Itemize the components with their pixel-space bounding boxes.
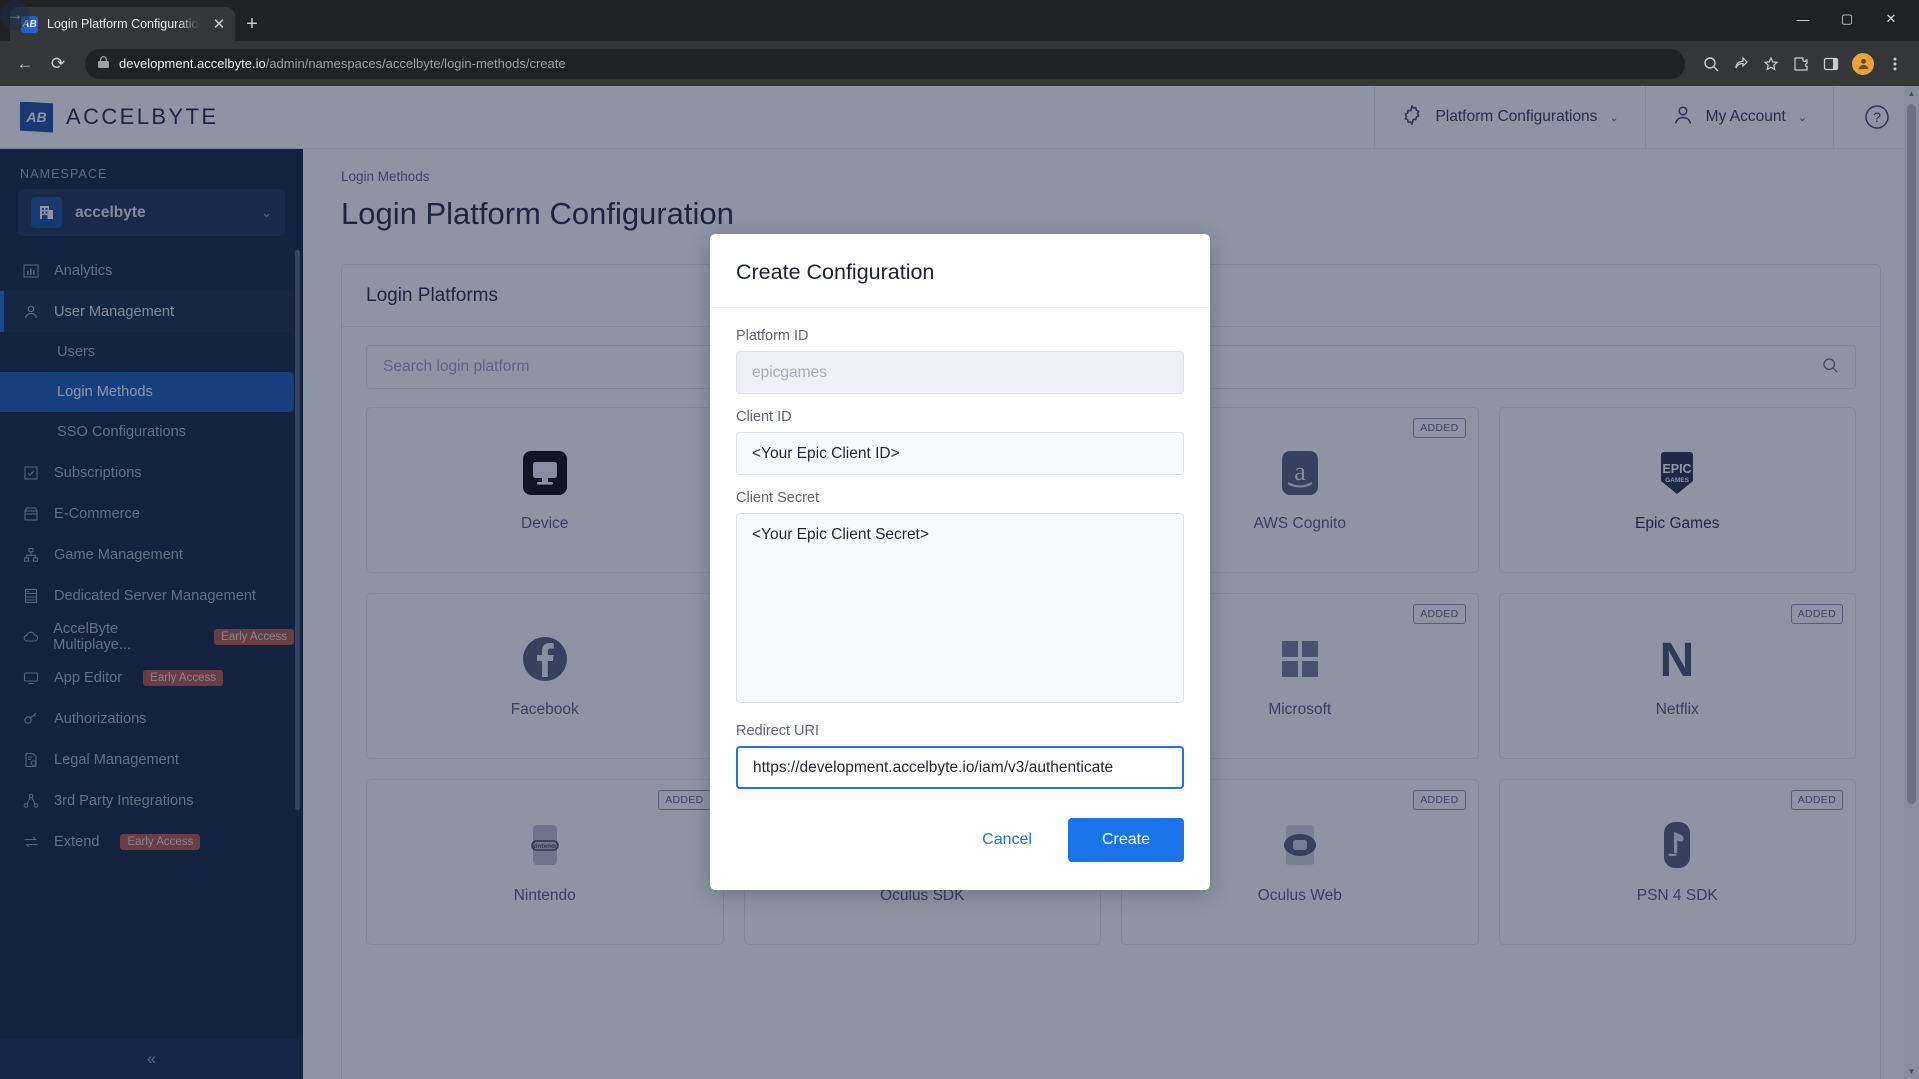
minimize-button[interactable]: —	[1781, 3, 1825, 35]
client-secret-input[interactable]: <Your Epic Client Secret>	[736, 513, 1184, 703]
redirect-uri-input[interactable]	[736, 746, 1184, 789]
window-close-button[interactable]: ✕	[1869, 3, 1913, 35]
maximize-button[interactable]: ▢	[1825, 3, 1869, 35]
tab-strip: AB Login Platform Configuration | Ac ✕ +…	[0, 0, 1919, 41]
platform-id-field: Platform ID	[736, 328, 1184, 394]
menu-icon[interactable]	[1881, 50, 1909, 78]
sidepanel-icon[interactable]	[1817, 50, 1845, 78]
cancel-button[interactable]: Cancel	[964, 820, 1050, 860]
dialog-body: Platform ID Client ID Client Secret <You…	[710, 308, 1210, 808]
dialog-title: Create Configuration	[736, 260, 935, 284]
page-viewport: AB ACCELBYTE Platform Configurations ⌄ M…	[0, 86, 1919, 1079]
redirect-uri-label: Redirect URI	[736, 723, 819, 739]
create-configuration-dialog: Create Configuration Platform ID Client …	[710, 234, 1210, 890]
client-id-input[interactable]	[736, 432, 1184, 475]
zoom-icon[interactable]	[1697, 50, 1725, 78]
client-id-label: Client ID	[736, 409, 792, 425]
window-controls: — ▢ ✕	[1781, 3, 1913, 35]
browser-chrome: AB Login Platform Configuration | Ac ✕ +…	[0, 0, 1919, 86]
share-icon[interactable]	[1727, 50, 1755, 78]
forward-icon[interactable]: →	[0, 0, 30, 30]
address-bar[interactable]: development.accelbyte.io/admin/namespace…	[85, 48, 1685, 79]
extensions-icon[interactable]	[1787, 50, 1815, 78]
dialog-footer: Cancel Create	[710, 808, 1210, 890]
tab-title: Login Platform Configuration | Ac	[47, 17, 202, 31]
url-path: /admin/namespaces/accelbyte/login-method…	[265, 56, 566, 71]
client-secret-field: Client Secret <Your Epic Client Secret>	[736, 490, 1184, 708]
client-secret-label: Client Secret	[736, 490, 820, 506]
reload-icon[interactable]: ⟳	[43, 49, 73, 79]
new-tab-button[interactable]: +	[235, 7, 269, 41]
redirect-uri-field: Redirect URI	[736, 723, 1184, 789]
back-icon[interactable]: ←	[10, 49, 40, 79]
toolbar-icons	[1697, 50, 1909, 78]
dialog-header: Create Configuration	[710, 234, 1210, 308]
browser-toolbar: ← → ⟳ development.accelbyte.io/admin/nam…	[0, 0, 1919, 86]
url-text: development.accelbyte.io/admin/namespace…	[119, 56, 566, 71]
platform-id-label: Platform ID	[736, 328, 809, 344]
url-domain: development.accelbyte.io	[119, 56, 266, 71]
client-id-field: Client ID	[736, 409, 1184, 475]
create-button[interactable]: Create	[1067, 818, 1184, 862]
bookmark-icon[interactable]	[1757, 50, 1785, 78]
platform-id-input[interactable]	[736, 351, 1184, 394]
lock-icon	[98, 55, 109, 72]
close-tab-icon[interactable]: ✕	[211, 15, 227, 33]
profile-avatar[interactable]	[1852, 52, 1874, 75]
browser-tab[interactable]: AB Login Platform Configuration | Ac ✕	[10, 7, 235, 41]
